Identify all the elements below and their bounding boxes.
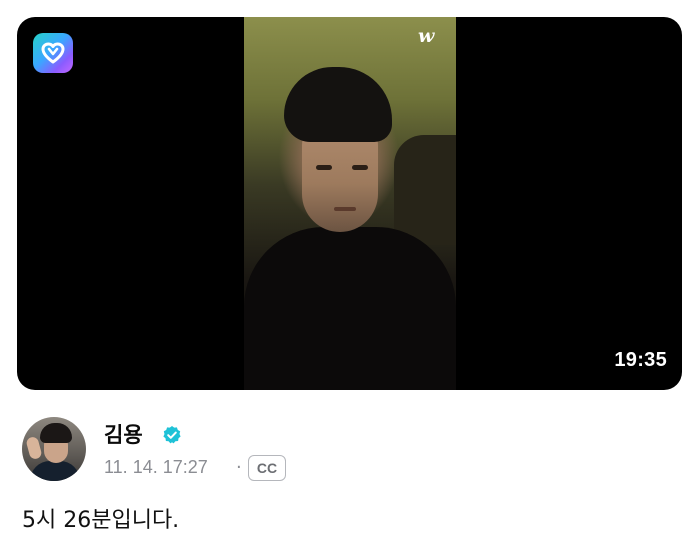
person-body: [244, 227, 456, 390]
post-text: 5시 26분입니다.: [22, 508, 180, 533]
sofa-background: [394, 135, 456, 245]
video-thumbnail: w: [244, 17, 456, 390]
meta-separator: ·: [236, 457, 242, 478]
weverse-heart-icon: [33, 33, 73, 73]
weverse-watermark: w: [418, 25, 435, 47]
verified-badge-icon: [163, 426, 181, 444]
video-player[interactable]: w 19:35: [17, 17, 682, 390]
right-eye: [352, 165, 368, 170]
caption-badge: CC: [248, 455, 286, 481]
person-hair: [284, 67, 392, 142]
mouth: [334, 207, 356, 211]
post-header: 김용 11. 14. 17:27 · CC: [22, 417, 662, 482]
author-name[interactable]: 김용: [104, 419, 143, 449]
post-timestamp: 11. 14. 17:27: [104, 457, 208, 477]
left-eye: [316, 165, 332, 170]
video-duration: 19:35: [614, 349, 667, 371]
avatar[interactable]: [22, 417, 86, 481]
